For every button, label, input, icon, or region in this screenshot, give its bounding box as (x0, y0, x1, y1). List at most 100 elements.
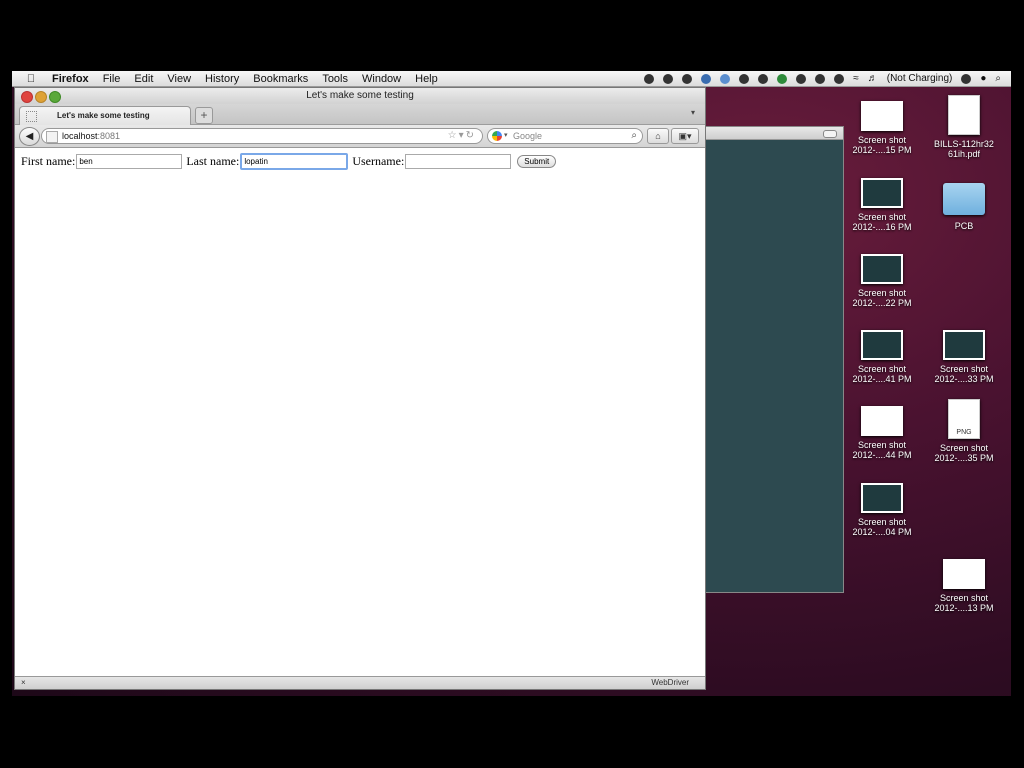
screenshot-thumbnail-icon (861, 406, 903, 436)
menu-view[interactable]: View (167, 73, 191, 85)
site-identity-icon[interactable] (46, 131, 58, 143)
desktop-icon-label: Screen shot (857, 135, 907, 145)
menu-extras: ≈ ♬ (Not Charging) ● ⌕ (644, 71, 1001, 86)
desktop:  Firefox File Edit View History Bookmar… (12, 71, 1011, 696)
desktop-icon-label: Screen shot (939, 593, 989, 603)
menu-app-name[interactable]: Firefox (52, 73, 89, 85)
desktop-icon-label: Screen shot (857, 212, 907, 222)
desktop-icon-label: Screen shot (939, 364, 989, 374)
status-app-icon[interactable] (777, 73, 788, 84)
minimize-window-button[interactable] (35, 91, 47, 103)
url-host: localhost (62, 131, 98, 141)
url-bar[interactable]: localhost:8081 ☆▾↻ (41, 128, 483, 144)
png-badge: PNG (956, 429, 972, 436)
url-tools: ☆▾↻ (448, 129, 476, 143)
screenshot-thumbnail-icon (861, 101, 903, 131)
desktop-icon-label: Screen shot (857, 440, 907, 450)
url-port: :8081 (97, 131, 121, 141)
zoom-window-button[interactable] (49, 91, 61, 103)
status-app-icon[interactable] (682, 73, 693, 84)
desktop-icon-screenshot[interactable]: Screen shot 2012-....04 PM (842, 483, 922, 537)
search-icon[interactable]: ⌕ (631, 129, 637, 143)
desktop-icon-png[interactable]: PNG Screen shot 2012-....35 PM (924, 399, 1004, 463)
google-icon[interactable] (492, 131, 502, 141)
first-name-input[interactable] (76, 154, 183, 169)
navigation-toolbar: ◀ localhost:8081 ☆▾↻ ▾ Google ⌕ ⌂ ▣▾ (15, 125, 705, 148)
background-window-titlebar[interactable] (693, 127, 843, 140)
spotlight-icon[interactable]: ⌕ (995, 73, 1001, 84)
page-content: First name: Last name: Username: Submit (15, 148, 705, 673)
clock-icon[interactable] (961, 73, 972, 84)
first-name-label: First name: (21, 154, 76, 168)
user-icon[interactable]: ● (980, 73, 986, 84)
close-addon-bar-icon[interactable]: × (21, 677, 26, 689)
battery-status[interactable]: (Not Charging) (887, 73, 953, 84)
volume-icon[interactable]: ♬ (868, 73, 878, 84)
list-all-tabs-icon[interactable]: ▾ (691, 108, 695, 117)
desktop-icon-screenshot[interactable]: Screen shot 2012-....13 PM (924, 559, 1004, 613)
background-window[interactable] (692, 126, 844, 593)
menu-tools[interactable]: Tools (322, 73, 348, 85)
screenshot-thumbnail-icon (861, 483, 903, 513)
desktop-icon-screenshot[interactable]: Screen shot 2012-....15 PM (842, 101, 922, 155)
desktop-icon-screenshot[interactable]: Screen shot 2012-....41 PM (842, 330, 922, 384)
home-icon: ⌂ (655, 131, 661, 141)
desktop-icon-screenshot[interactable]: Screen shot 2012-....33 PM (924, 330, 1004, 384)
desktop-icon-label: 2012-....44 PM (852, 450, 912, 460)
new-tab-button[interactable]: + (195, 107, 213, 124)
username-input[interactable] (405, 154, 512, 169)
screenshot-thumbnail-icon (943, 559, 985, 589)
window-titlebar[interactable]: Let's make some testing (15, 88, 705, 104)
last-name-input[interactable] (240, 153, 349, 170)
tab-strip: Let's make some testing + ▾ (15, 104, 705, 125)
status-app-icon[interactable] (644, 73, 655, 84)
status-app-icon[interactable] (796, 73, 807, 84)
twitter-icon[interactable] (701, 73, 712, 84)
toolbar-toggle-icon[interactable] (823, 130, 837, 138)
status-app-icon[interactable] (815, 73, 826, 84)
status-app-icon[interactable] (720, 73, 731, 84)
menu-help[interactable]: Help (415, 73, 438, 85)
time-machine-icon[interactable] (834, 73, 845, 84)
desktop-icon-label: Screen shot (857, 517, 907, 527)
close-window-button[interactable] (21, 91, 33, 103)
desktop-icon-screenshot[interactable]: Screen shot 2012-....44 PM (842, 406, 922, 460)
search-bar[interactable]: ▾ Google ⌕ (487, 128, 643, 144)
back-button[interactable]: ◀ (19, 127, 40, 146)
search-placeholder: Google (513, 131, 543, 141)
reload-icon[interactable]: ↻ (466, 130, 476, 141)
desktop-icon-screenshot[interactable]: Screen shot 2012-....16 PM (842, 178, 922, 232)
folder-icon (943, 183, 985, 215)
desktop-icon-label: Screen shot (939, 443, 989, 453)
bookmarks-icon: ▣▾ (678, 131, 692, 141)
submit-button[interactable]: Submit (517, 155, 557, 168)
last-name-label: Last name: (186, 154, 240, 168)
desktop-icon-label: 2012-....13 PM (934, 603, 994, 613)
bookmarks-menu-button[interactable]: ▣▾ (671, 128, 699, 144)
page-favicon-icon (26, 111, 37, 122)
wifi-icon[interactable]: ≈ (853, 73, 859, 84)
status-app-icon[interactable] (758, 73, 769, 84)
status-app-icon[interactable] (663, 73, 674, 84)
bookmark-star-icon[interactable]: ☆ (448, 130, 459, 141)
desktop-icon-label: 2012-....22 PM (852, 298, 912, 308)
tab-active[interactable]: Let's make some testing (19, 106, 191, 125)
status-app-icon[interactable] (739, 73, 750, 84)
history-dropdown-icon[interactable]: ▾ (459, 130, 466, 141)
menu-file[interactable]: File (103, 73, 121, 85)
menu-edit[interactable]: Edit (134, 73, 153, 85)
desktop-icon-folder[interactable]: PCB (924, 179, 1004, 231)
search-engine-dropdown-icon[interactable]: ▾ (504, 129, 508, 143)
desktop-icon-pdf[interactable]: BILLS-112hr32 61ih.pdf (924, 95, 1004, 159)
desktop-icon-label: 2012-....35 PM (934, 453, 994, 463)
screenshot-thumbnail-icon (861, 178, 903, 208)
desktop-icon-screenshot[interactable]: Screen shot 2012-....22 PM (842, 254, 922, 308)
menu-history[interactable]: History (205, 73, 239, 85)
menu-bookmarks[interactable]: Bookmarks (253, 73, 308, 85)
url-text[interactable]: localhost:8081 (62, 129, 120, 143)
webdriver-indicator: WebDriver (651, 678, 689, 687)
apple-menu-icon[interactable]:  (24, 73, 38, 85)
menu-window[interactable]: Window (362, 73, 401, 85)
home-button[interactable]: ⌂ (647, 128, 669, 144)
desktop-icon-label: 2012-....04 PM (852, 527, 912, 537)
